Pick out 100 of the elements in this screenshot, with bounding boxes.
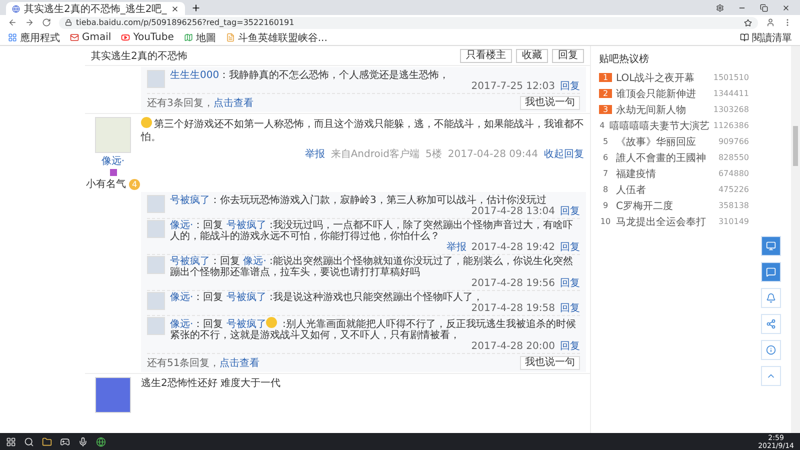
- reply-link[interactable]: 回复: [560, 242, 580, 253]
- bookmark-item[interactable]: 斗鱼英雄联盟峡谷...: [226, 30, 328, 44]
- hot-list-item[interactable]: 6 誰人不會畫的王國神 828550: [599, 151, 749, 164]
- reply-text: 像远·：回复 号被疯了 :我是说这种游戏也只能突然蹦出个怪物吓人了，: [170, 292, 484, 303]
- info-icon: [766, 345, 776, 355]
- hot-list-item[interactable]: 5 《故事》华丽回应 909766: [599, 135, 749, 148]
- hot-list-item[interactable]: 4 嘻嘻嘻嘻夫妻节大演艺 1126386: [599, 119, 749, 132]
- back-icon[interactable]: [8, 18, 17, 27]
- mic-icon[interactable]: [78, 436, 88, 446]
- view-link[interactable]: 点击查看: [213, 98, 254, 109]
- reply-link[interactable]: 回复: [560, 341, 580, 352]
- bookmark-item[interactable]: Gmail: [70, 32, 112, 43]
- reload-icon[interactable]: [42, 18, 51, 27]
- username-link[interactable]: 像远·: [170, 220, 194, 231]
- reply-link[interactable]: 回复: [560, 81, 580, 92]
- post-text: 第三个好游戏还不如第一人称恐怖，而且这个游戏只能躲，逃，不能战斗，如果能战斗，我谁都不怕。: [141, 117, 584, 144]
- username-link[interactable]: 像远·: [170, 292, 194, 303]
- reply-text: 号被疯了：你去玩玩恐怖游戏入门款，寂静岭3，第三人称加可以战斗，估计你没玩过: [170, 195, 548, 206]
- bookmark-star-icon[interactable]: [744, 18, 752, 26]
- comment-tool-button[interactable]: [761, 262, 781, 282]
- lock-icon: [65, 19, 72, 26]
- level-title: 小有名气: [86, 178, 126, 191]
- floor-label: 5楼: [426, 148, 442, 161]
- bell-icon: [766, 293, 776, 303]
- username-link[interactable]: 像远·: [243, 256, 266, 267]
- profile-icon[interactable]: [766, 18, 775, 27]
- thread-action-button[interactable]: 收藏: [516, 48, 548, 62]
- book-icon: [740, 33, 749, 42]
- reply-time: 2017-4-28 19:58: [471, 303, 555, 314]
- reply-link[interactable]: 回复: [560, 278, 580, 289]
- comment-button[interactable]: 我也说一句: [520, 96, 580, 110]
- avatar-image: [95, 377, 131, 413]
- username-link[interactable]: 像远·: [170, 319, 194, 330]
- user-avatar: [147, 70, 165, 88]
- settings-icon[interactable]: [716, 4, 724, 12]
- thread-action-button[interactable]: 只看楼主: [460, 48, 512, 62]
- username-link[interactable]: 号被疯了: [226, 292, 266, 303]
- reply-text: 生生生000：我静静真的不怎么恐怖，个人感觉还是逃生恐怖，: [170, 70, 450, 81]
- restore-icon[interactable]: [760, 4, 768, 12]
- report-link[interactable]: 举报: [446, 242, 466, 253]
- hot-list-item[interactable]: 7 福建疫情 674880: [599, 167, 749, 180]
- bookmark-item[interactable]: 應用程式: [8, 30, 60, 44]
- bookmark-item[interactable]: YouTube: [121, 32, 174, 43]
- page-icon: [226, 33, 235, 42]
- username-link[interactable]: 号被疯了: [170, 195, 210, 206]
- username-link[interactable]: 像远·: [101, 154, 125, 168]
- bell-button[interactable]: [761, 288, 781, 308]
- hot-list-item[interactable]: 10 马龙提出全运会奉打 310149: [599, 215, 749, 228]
- reply-link[interactable]: 回复: [560, 206, 580, 217]
- address-bar[interactable]: tieba.baidu.com/p/5091896256?red_tag=3522160191: [59, 16, 758, 28]
- start-icon[interactable]: [6, 436, 16, 446]
- play-icon: [121, 33, 130, 42]
- gamepad-icon[interactable]: [60, 436, 70, 446]
- browser-icon[interactable]: [96, 436, 106, 446]
- reply-text: 号被疯了：回复 像远· :能说出突然蹦出个怪物就知道你没玩过了，能别装么，你说生化突然蹦出个怪物那还靠谱点，拉车头，要说也请打打草稿好吗: [170, 256, 574, 278]
- search-icon[interactable]: [24, 436, 34, 446]
- share-icon: [766, 319, 776, 329]
- favicon-icon: [12, 4, 20, 12]
- close-icon[interactable]: [782, 4, 790, 12]
- hot-list-item[interactable]: 2 谁顶会只能新伸进 1344411: [599, 87, 749, 100]
- hot-list-item[interactable]: 1 LOL战斗之夜开幕 1501510: [599, 71, 749, 84]
- user-avatar: [147, 195, 165, 213]
- thread-action-button[interactable]: 回复: [552, 48, 584, 62]
- comment-button[interactable]: 我也说一句: [520, 356, 580, 370]
- username-link[interactable]: 号被疯了: [226, 220, 266, 231]
- more-replies-text: 还有51条回复，点击查看: [147, 356, 260, 370]
- forward-icon[interactable]: [25, 18, 34, 27]
- hot-list-item[interactable]: 9 C罗梅开二度 358138: [599, 199, 749, 212]
- post-time: 2017-04-28 09:44: [448, 148, 538, 160]
- member-icon: [110, 169, 116, 176]
- chat-icon: [766, 267, 776, 277]
- username-link[interactable]: 号被疯了: [170, 256, 210, 267]
- reply-time: 2017-4-28 20:00: [471, 341, 555, 352]
- reply-time: 2017-4-28 19:42: [471, 242, 555, 253]
- view-link[interactable]: 点击查看: [220, 358, 260, 369]
- hot-list-item[interactable]: 3 永劫无间新人物 1303268: [599, 103, 749, 116]
- monitor-icon: [766, 241, 776, 251]
- folder-icon[interactable]: [42, 436, 52, 446]
- reply-link[interactable]: 回复: [560, 303, 580, 314]
- screen-button[interactable]: [761, 236, 781, 256]
- username-link[interactable]: 生生生000: [170, 70, 220, 81]
- thread-title: 其实逃生2真的不恐怖: [91, 50, 188, 62]
- reading-list-button[interactable]: 閱讀清單: [740, 30, 792, 44]
- share-button[interactable]: [761, 314, 781, 334]
- bookmark-item[interactable]: 地圖: [184, 30, 216, 44]
- close-icon[interactable]: [170, 4, 179, 12]
- reply-time: 2017-7-25 12:03: [471, 81, 555, 92]
- map-icon: [184, 33, 193, 42]
- info-button[interactable]: [761, 340, 781, 360]
- avatar-image: [95, 117, 131, 153]
- hot-list-item[interactable]: 8 人伍者 475226: [599, 183, 749, 196]
- report-link[interactable]: 举报: [304, 147, 325, 161]
- reply-time: 2017-4-28 13:04: [471, 206, 555, 217]
- reply-text: 像远·：回复 号被疯了 :别人光靠画面就能把人吓得不行了，反正我玩逃生我被追杀的时候紧张的不行，这就是游戏战斗又如何，又不吓人，只有剧情被看，: [170, 317, 577, 341]
- client-label: 来自Android客户端: [330, 148, 420, 161]
- browser-tab[interactable]: 其实逃生2真的不恐怖_逃生2吧_: [6, 2, 185, 15]
- username-link[interactable]: 号被疯了: [226, 319, 266, 330]
- new-tab-icon[interactable]: [190, 3, 201, 13]
- more-replies-text: 还有3条回复，点击查看: [147, 96, 254, 110]
- collapse-replies-link[interactable]: 收起回复: [544, 147, 584, 161]
